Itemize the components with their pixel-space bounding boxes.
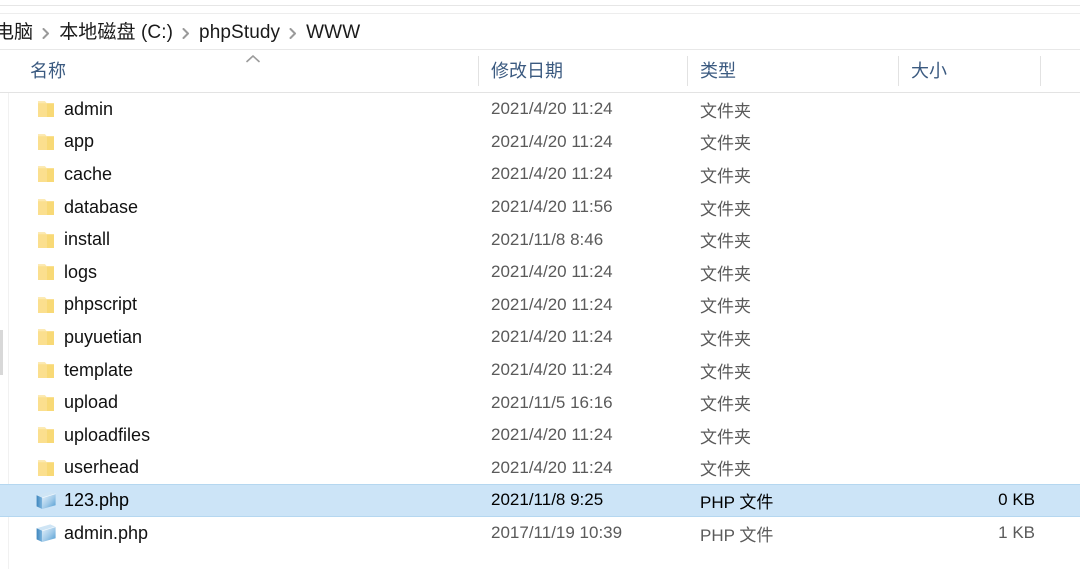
breadcrumb-separator-icon: [42, 27, 50, 39]
file-date: 2021/4/20 11:24: [491, 164, 613, 184]
file-type: 文件夹: [700, 166, 751, 186]
file-date: 2021/11/8 9:25: [491, 490, 604, 510]
breadcrumb-item-3[interactable]: phpStudy: [199, 23, 280, 42]
file-name: puyuetian: [64, 326, 143, 347]
column-resize-handle-2[interactable]: [687, 56, 688, 86]
file-type: 文件夹: [700, 297, 751, 317]
file-type: 文件夹: [700, 395, 751, 415]
breadcrumb-separator-icon: [289, 27, 297, 39]
folder-icon: [34, 325, 58, 349]
file-date: 2021/11/8 8:46: [491, 229, 604, 249]
column-header-label-date: 修改日期: [491, 61, 563, 81]
file-date: 2021/11/5 16:16: [491, 392, 613, 412]
file-name: app: [64, 131, 95, 152]
file-name: uploadfiles: [64, 424, 151, 445]
file-name: upload: [64, 392, 119, 413]
breadcrumb[interactable]: 电脑 本地磁盘 (C:) phpStudy WWW: [0, 16, 1080, 48]
column-header-type[interactable]: 类型: [700, 49, 911, 93]
file-row[interactable]: cache 2021/4/20 11:24 文件夹: [0, 158, 1080, 191]
file-row[interactable]: app 2021/4/20 11:24 文件夹: [0, 126, 1080, 159]
breadcrumb-item-1[interactable]: 电脑: [0, 23, 33, 42]
file-type: 文件夹: [700, 329, 751, 349]
file-type: 文件夹: [700, 460, 751, 480]
column-header-date[interactable]: 修改日期: [491, 49, 700, 93]
column-header-size[interactable]: 大小: [911, 49, 1040, 93]
file-name: template: [64, 359, 134, 380]
file-date: 2021/4/20 11:24: [491, 360, 613, 380]
folder-icon: [34, 162, 58, 186]
folder-icon: [34, 195, 58, 219]
php-file-icon: [34, 488, 58, 512]
file-name: install: [64, 229, 111, 250]
file-name: admin.php: [64, 522, 149, 543]
folder-icon: [34, 260, 58, 284]
breadcrumb-item-4[interactable]: WWW: [306, 23, 360, 42]
file-type: PHP 文件: [700, 525, 774, 545]
file-date: 2017/11/19 10:39: [491, 523, 623, 543]
breadcrumb-item-2[interactable]: 本地磁盘 (C:): [59, 23, 173, 42]
folder-icon: [34, 97, 58, 121]
folder-icon: [34, 228, 58, 252]
file-row[interactable]: install 2021/11/8 8:46 文件夹: [0, 223, 1080, 256]
file-date: 2021/4/20 11:24: [491, 131, 613, 151]
file-row[interactable]: phpscript 2021/4/20 11:24 文件夹: [0, 289, 1080, 322]
file-date: 2021/4/20 11:24: [491, 457, 613, 477]
file-date: 2021/4/20 11:24: [491, 262, 613, 282]
file-row[interactable]: userhead 2021/4/20 11:24 文件夹: [0, 452, 1080, 485]
column-header-row[interactable]: 名称 修改日期 类型 大小: [0, 49, 1080, 93]
file-type: 文件夹: [700, 232, 751, 252]
file-date: 2021/4/20 11:24: [491, 99, 613, 119]
column-resize-handle-1[interactable]: [478, 56, 479, 86]
file-row[interactable]: admin.php 2017/11/19 10:39 PHP 文件 1 KB: [0, 517, 1080, 550]
file-size: 0 KB: [998, 490, 1035, 510]
file-row[interactable]: database 2021/4/20 11:56 文件夹: [0, 191, 1080, 224]
file-name: userhead: [64, 457, 140, 478]
file-name: cache: [64, 163, 113, 184]
file-row[interactable]: logs 2021/4/20 11:24 文件夹: [0, 256, 1080, 289]
file-name: 123.php: [64, 489, 130, 510]
file-list[interactable]: admin 2021/4/20 11:24 文件夹 app 2021/4/20 11:2…: [0, 93, 1080, 569]
folder-icon: [34, 423, 58, 447]
file-type: 文件夹: [700, 199, 751, 219]
sort-ascending-icon: [246, 54, 260, 63]
file-type: 文件夹: [700, 134, 751, 154]
file-type: PHP 文件: [700, 492, 774, 512]
breadcrumb-separator-icon: [182, 27, 190, 39]
column-header-label-name: 名称: [30, 61, 66, 81]
file-date: 2021/4/20 11:24: [491, 327, 613, 347]
folder-icon: [34, 358, 58, 382]
window-secondary-rule: [0, 13, 1080, 14]
folder-icon: [34, 391, 58, 415]
file-name: database: [64, 196, 139, 217]
file-size: 1 KB: [998, 523, 1035, 543]
file-name: admin: [64, 98, 114, 119]
file-date: 2021/4/20 11:24: [491, 425, 613, 445]
php-file-icon: [34, 521, 58, 545]
file-row[interactable]: template 2021/4/20 11:24 文件夹: [0, 354, 1080, 387]
column-resize-handle-3[interactable]: [898, 56, 899, 86]
column-resize-handle-4[interactable]: [1040, 56, 1041, 86]
file-date: 2021/4/20 11:24: [491, 294, 613, 314]
file-name: logs: [64, 261, 98, 282]
column-header-label-type: 类型: [700, 61, 736, 81]
file-row-selected[interactable]: 123.php 2021/11/8 9:25 PHP 文件 0 KB: [0, 484, 1080, 517]
file-type: 文件夹: [700, 101, 751, 121]
file-type: 文件夹: [700, 362, 751, 382]
file-type: 文件夹: [700, 264, 751, 284]
file-row[interactable]: upload 2021/11/5 16:16 文件夹: [0, 386, 1080, 419]
folder-icon: [34, 130, 58, 154]
folder-icon: [34, 293, 58, 317]
file-date: 2021/4/20 11:56: [491, 197, 613, 217]
file-type: 文件夹: [700, 427, 751, 447]
file-name: phpscript: [64, 294, 138, 315]
window-top-rule: [0, 5, 1080, 6]
file-row[interactable]: admin 2021/4/20 11:24 文件夹: [0, 93, 1080, 126]
file-row[interactable]: uploadfiles 2021/4/20 11:24 文件夹: [0, 419, 1080, 452]
column-header-label-size: 大小: [911, 61, 947, 81]
file-row[interactable]: puyuetian 2021/4/20 11:24 文件夹: [0, 321, 1080, 354]
folder-icon: [34, 456, 58, 480]
